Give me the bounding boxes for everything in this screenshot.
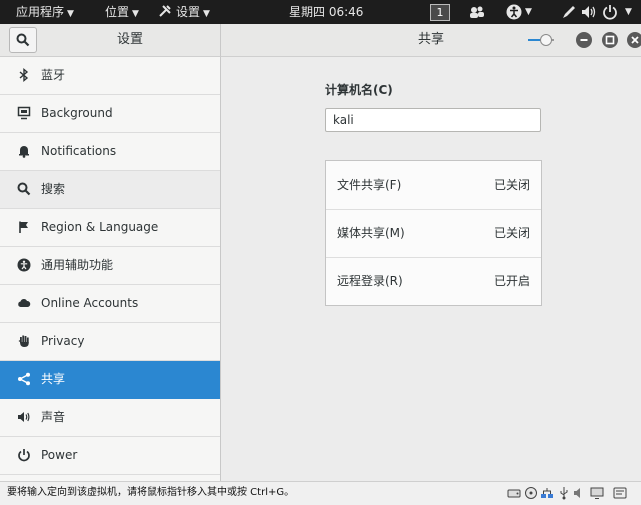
applications-menu[interactable]: 应用程序 ▼ [16,0,74,24]
service-name: 远程登录(R) [337,274,403,288]
power-icon [18,449,30,462]
minimize-button[interactable] [576,32,592,48]
hand-icon [18,335,29,347]
audio-icon[interactable] [573,486,587,500]
close-icon [631,36,639,44]
settings-app-menu[interactable]: 设置 ▼ [158,0,210,24]
vm-message-icon[interactable] [613,486,627,500]
users-icon[interactable] [468,3,486,21]
sharing-panel: 计算机名(C) 文件共享(F) 已关闭 媒体共享(M) 已关闭 远程登录(R) … [221,57,641,481]
sidebar-item-background[interactable]: Background [0,95,220,133]
places-menu[interactable]: 位置 ▼ [105,0,139,24]
sidebar-item-label: 蓝牙 [41,68,66,82]
sidebar-item-label: 共享 [41,372,66,386]
pen-icon[interactable] [560,3,578,21]
computer-name-field[interactable] [325,108,541,132]
sidebar-item-sharing[interactable]: 共享 [0,361,220,399]
tools-icon [159,5,171,17]
sidebar-item-label: Notifications [41,144,117,158]
settings-window: 设置 共享 蓝牙 Background Notifications 搜索 Reg… [0,24,641,481]
sidebar-header: 设置 [0,24,221,57]
chevron-down-icon: ▼ [203,9,210,19]
sidebar-item-label: Background [41,106,113,120]
service-status: 已开启 [493,274,530,288]
sidebar-item-accessibility[interactable]: 通用辅助功能 [0,247,220,285]
accessibility-icon [17,258,31,272]
media-sharing-row[interactable]: 媒体共享(M) 已关闭 [326,209,541,258]
display-icon[interactable] [590,486,604,500]
flag-icon [19,221,28,233]
sidebar-item-label: Region & Language [41,220,159,234]
sidebar-item-label: 通用辅助功能 [41,258,114,272]
chevron-down-icon: ▼ [132,9,139,19]
sidebar-item-online-accounts[interactable]: Online Accounts [0,285,220,323]
power-menu-icon[interactable] [601,3,619,21]
bell-icon [19,146,29,158]
hard-disk-icon[interactable] [507,486,521,500]
sharing-toggle[interactable] [526,33,556,47]
sidebar-item-label: Privacy [41,334,85,348]
sidebar-item-bluetooth[interactable]: 蓝牙 [0,57,220,95]
panel-header: 共享 [221,24,641,57]
chevron-down-icon: ▼ [67,9,74,19]
service-name: 文件共享(F) [337,178,402,192]
sidebar-item-label: 搜索 [41,182,66,196]
file-sharing-row[interactable]: 文件共享(F) 已关闭 [326,161,541,210]
applications-menu-label: 应用程序 [16,5,65,19]
volume-icon[interactable] [580,3,598,21]
search-icon [16,33,30,47]
maximize-icon [605,35,615,45]
sidebar-item-sound[interactable]: 声音 [0,399,220,437]
sidebar-item-notifications[interactable]: Notifications [0,133,220,171]
search-icon [17,182,31,196]
chevron-down-icon[interactable]: ▼ [525,0,532,24]
accessibility-menu-icon[interactable] [505,3,523,21]
background-icon [17,106,31,120]
places-menu-label: 位置 [105,5,130,19]
service-status: 已关闭 [493,178,530,192]
computer-name-label: 计算机名(C) [325,83,393,97]
settings-sidebar: 蓝牙 Background Notifications 搜索 Region & … [0,57,221,481]
sidebar-item-power[interactable]: Power [0,437,220,475]
top-panel: 应用程序 ▼ 位置 ▼ 设置 ▼ 星期四 06:46 1 ▼ ▼ [0,0,641,24]
share-icon [18,372,30,386]
sidebar-title: 设置 [116,32,143,47]
sidebar-item-label: 声音 [41,410,66,424]
sidebar-item-search[interactable]: 搜索 [0,171,220,209]
search-button[interactable] [9,27,37,53]
sidebar-item-privacy[interactable]: Privacy [0,323,220,361]
cloud-icon [18,299,31,307]
cd-rom-icon[interactable] [524,486,538,500]
clock[interactable]: 星期四 06:46 [289,0,363,24]
chevron-down-icon[interactable]: ▼ [625,0,632,24]
speaker-icon [18,412,30,422]
status-message: 要将输入定向到该虚拟机，请将鼠标指针移入其中或按 Ctrl+G。 [7,487,295,498]
remote-login-row[interactable]: 远程登录(R) 已开启 [326,257,541,305]
close-button[interactable] [627,32,641,48]
sidebar-item-region-language[interactable]: Region & Language [0,209,220,247]
usb-icon[interactable] [557,486,571,500]
maximize-button[interactable] [602,32,618,48]
sharing-services-list: 文件共享(F) 已关闭 媒体共享(M) 已关闭 远程登录(R) 已开启 [325,160,542,306]
sidebar-item-label: Online Accounts [41,296,139,310]
service-status: 已关闭 [493,226,530,240]
vm-status-bar: 要将输入定向到该虚拟机，请将鼠标指针移入其中或按 Ctrl+G。 [0,481,641,505]
settings-app-label: 设置 [176,5,201,19]
minimize-icon [580,39,588,41]
workspace-indicator[interactable]: 1 [430,4,450,21]
service-name: 媒体共享(M) [337,226,405,240]
network-icon[interactable] [540,486,554,500]
bluetooth-icon [19,68,29,82]
sidebar-item-label: Power [41,448,78,462]
